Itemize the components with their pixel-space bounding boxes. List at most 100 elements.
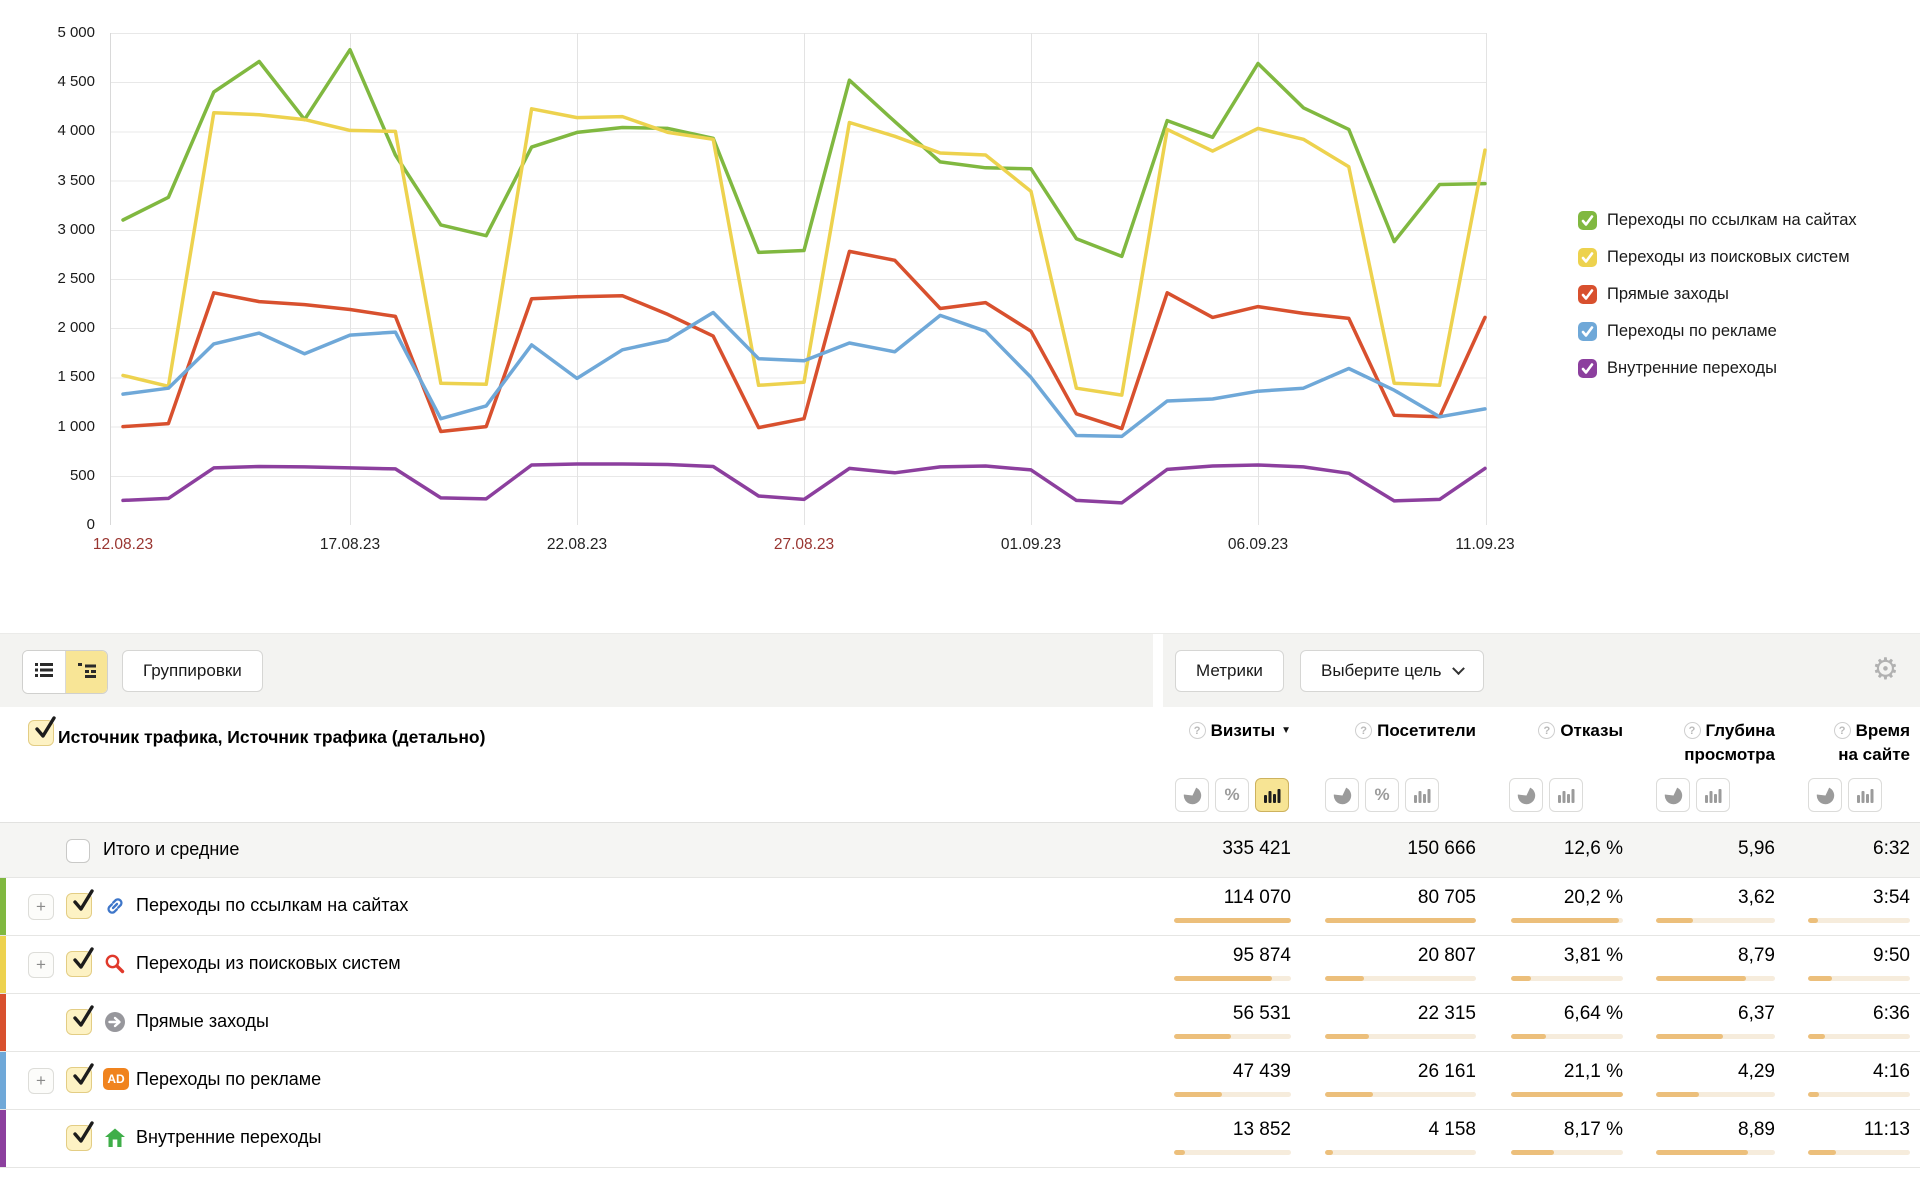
legend-label: Переходы по рекламе	[1607, 322, 1777, 341]
pie-chart-mode-button[interactable]	[1509, 778, 1543, 812]
metric-bar	[1174, 976, 1291, 981]
report-toolbar: Группировки Метрики Выберите цель ⚙	[0, 633, 1920, 707]
metric-bar	[1656, 918, 1775, 923]
panel-divider	[1153, 634, 1163, 708]
expand-button[interactable]: +	[28, 952, 54, 978]
legend-checkbox[interactable]	[1578, 248, 1597, 267]
metric-value: 80 705	[1300, 887, 1480, 909]
column-header-visits[interactable]: ?Визиты▼%	[1160, 707, 1300, 822]
cell-visits: 114 070	[1160, 878, 1300, 935]
help-icon[interactable]: ?	[1189, 722, 1206, 739]
row-color-stripe	[0, 1110, 6, 1167]
row-label: Итого и средние	[103, 839, 239, 860]
help-icon[interactable]: ?	[1834, 722, 1851, 739]
table-row-internal[interactable]: Внутренние переходы13 8524 1588,17 %8,89…	[0, 1110, 1920, 1168]
cell-visits: 335 421	[1160, 823, 1300, 877]
display-mode-buttons	[1509, 778, 1589, 812]
home-icon	[103, 1126, 127, 1155]
tree-view-button[interactable]	[65, 651, 107, 693]
row-checkbox[interactable]	[66, 1125, 92, 1151]
row-checkbox[interactable]	[66, 893, 92, 919]
chevron-down-icon	[1452, 662, 1465, 675]
percent-mode-button[interactable]: %	[1365, 778, 1399, 812]
pie-chart-mode-button[interactable]	[1175, 778, 1209, 812]
bar-chart-mode-button[interactable]	[1405, 778, 1439, 812]
table-row-totals[interactable]: Итого и средние335 421150 66612,6 %5,966…	[0, 822, 1920, 878]
help-icon[interactable]: ?	[1538, 722, 1555, 739]
gear-icon[interactable]: ⚙	[1872, 648, 1899, 692]
table-row-ads[interactable]: +ADПереходы по рекламе47 43926 16121,1 %…	[0, 1052, 1920, 1110]
metric-bar	[1511, 976, 1623, 981]
pie-chart-icon	[1183, 786, 1202, 805]
row-checkbox[interactable]	[66, 1009, 92, 1035]
legend-item[interactable]: Переходы по ссылкам на сайтах	[1578, 206, 1857, 235]
cell-visits: 13 852	[1160, 1110, 1300, 1167]
legend-checkbox[interactable]	[1578, 285, 1597, 304]
groupings-button[interactable]: Группировки	[122, 650, 263, 692]
percent-mode-button[interactable]: %	[1215, 778, 1249, 812]
metric-column-headers: ?Визиты▼%?Посетители%?Отказы?Глубина про…	[1160, 707, 1920, 822]
cell-bounce: 8,17 %	[1480, 1110, 1630, 1167]
row-checkbox[interactable]	[66, 839, 90, 863]
cell-visits: 95 874	[1160, 936, 1300, 993]
metric-value: 20 807	[1300, 945, 1480, 967]
row-checkbox[interactable]	[66, 951, 92, 977]
cell-visitors: 4 158	[1300, 1110, 1480, 1167]
legend-checkbox[interactable]	[1578, 211, 1597, 230]
help-icon[interactable]: ?	[1355, 722, 1372, 739]
pie-chart-mode-button[interactable]	[1325, 778, 1359, 812]
bar-chart-mode-button[interactable]	[1255, 778, 1289, 812]
expand-button[interactable]: +	[28, 1068, 54, 1094]
metrics-button[interactable]: Метрики	[1175, 650, 1284, 692]
tree-list-icon	[77, 661, 97, 684]
pie-chart-icon	[1517, 786, 1536, 805]
metric-value: 12,6 %	[1480, 838, 1630, 860]
metric-bar	[1325, 1034, 1476, 1039]
pie-chart-mode-button[interactable]	[1808, 778, 1842, 812]
legend-item[interactable]: Прямые заходы	[1578, 280, 1857, 309]
bar-chart-icon	[1263, 787, 1281, 803]
bar-chart-mode-button[interactable]	[1549, 778, 1583, 812]
legend-checkbox[interactable]	[1578, 322, 1597, 341]
column-header-depth[interactable]: ?Глубина просмотра	[1630, 707, 1785, 822]
dimension-checkbox[interactable]	[28, 720, 54, 746]
metric-value: 150 666	[1300, 838, 1480, 860]
x-tick-label: 17.08.23	[305, 536, 395, 554]
cell-depth: 3,62	[1630, 878, 1785, 935]
bar-chart-mode-button[interactable]	[1696, 778, 1730, 812]
metric-value: 3,81 %	[1480, 945, 1630, 967]
legend-item[interactable]: Переходы из поисковых систем	[1578, 243, 1857, 272]
flat-view-button[interactable]	[23, 651, 65, 693]
table-row-direct[interactable]: Прямые заходы56 53122 3156,64 %6,376:36	[0, 994, 1920, 1052]
goal-select-button[interactable]: Выберите цель	[1300, 650, 1484, 692]
row-color-stripe	[0, 1052, 6, 1109]
pie-chart-icon	[1816, 786, 1835, 805]
direct-icon	[103, 1010, 127, 1039]
cell-visitors: 22 315	[1300, 994, 1480, 1051]
metric-value: 26 161	[1300, 1061, 1480, 1083]
legend-item[interactable]: Переходы по рекламе	[1578, 317, 1857, 346]
column-header-bounce[interactable]: ?Отказы	[1480, 707, 1630, 822]
legend-item[interactable]: Внутренние переходы	[1578, 354, 1857, 383]
expand-button[interactable]: +	[28, 894, 54, 920]
metric-value: 11:13	[1785, 1119, 1920, 1141]
percent-icon: %	[1224, 785, 1239, 805]
bar-chart-mode-button[interactable]	[1848, 778, 1882, 812]
row-checkbox[interactable]	[66, 1067, 92, 1093]
row-label: Переходы из поисковых систем	[136, 953, 401, 974]
metric-bar	[1174, 1150, 1291, 1155]
cell-depth: 4,29	[1630, 1052, 1785, 1109]
metric-bar	[1325, 918, 1476, 923]
help-icon[interactable]: ?	[1684, 722, 1701, 739]
column-header-time[interactable]: ?Время на сайте	[1785, 707, 1920, 822]
legend-checkbox[interactable]	[1578, 359, 1597, 378]
table-row-search[interactable]: + Переходы из поисковых систем 95 87420 80…	[0, 936, 1920, 994]
metric-bar	[1808, 1034, 1910, 1039]
y-tick-label: 2 500	[20, 269, 95, 289]
pie-chart-mode-button[interactable]	[1656, 778, 1690, 812]
row-label: Переходы по ссылкам на сайтах	[136, 895, 408, 916]
search-icon	[103, 952, 127, 981]
x-tick-label: 27.08.23	[759, 536, 849, 554]
table-row-links[interactable]: + Переходы по ссылкам на сайтах 114 07080 …	[0, 878, 1920, 936]
column-header-visitors[interactable]: ?Посетители%	[1300, 707, 1480, 822]
